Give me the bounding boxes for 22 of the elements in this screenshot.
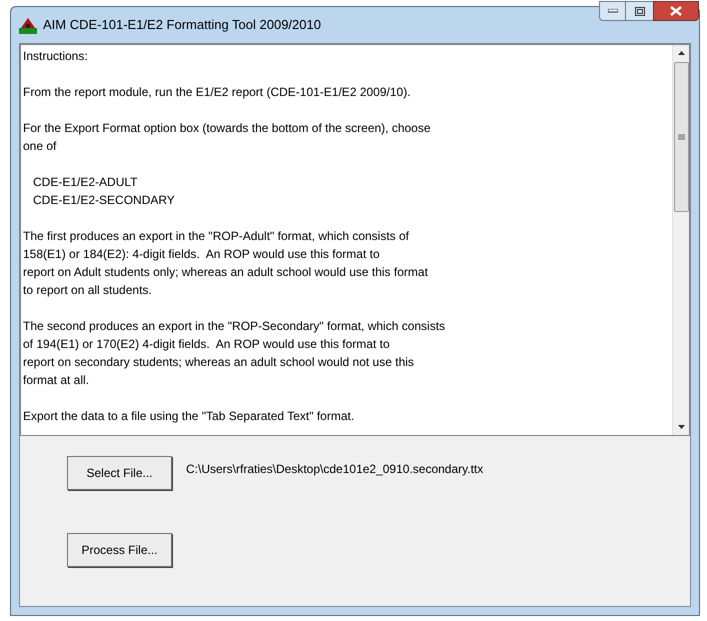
minimize-button[interactable]: [599, 1, 626, 21]
scrollbar-thumb[interactable]: [674, 62, 688, 212]
instruction-paragraph: Instructions:: [23, 48, 89, 65]
app-icon: [19, 16, 37, 34]
maximize-icon: [634, 6, 644, 16]
instruction-paragraph: The second produces an export in the "ROP-Secondary" format, which consists of 194(E1) or 170(E2) 4-digit fields. An ROP would use this format to report on secondary students; whereas an adult school would not use this format at all.: [23, 318, 446, 389]
instructions-textbox[interactable]: [20, 44, 690, 436]
instruction-paragraph: The first produces an export in the "ROP-Adult" format, which consists of 158(E1) or 184(E2): 4-digit fields. An ROP would use this format to report on Adult students only; whereas an adult school would use this format to report on all students.: [23, 228, 429, 299]
scrollbar[interactable]: [672, 45, 689, 435]
process-file-button[interactable]: Process File...: [67, 533, 172, 567]
instruction-paragraph: From the report module, run the E1/E2 report (CDE-101-E1/E2 2009/10).: [23, 84, 412, 101]
grip-icon: [678, 134, 684, 140]
instruction-paragraph: Export the data to a file using the "Tab Separated Text" format.: [23, 408, 356, 425]
maximize-button[interactable]: [626, 1, 653, 21]
close-icon: [670, 6, 682, 16]
file-path: C:\Users\rfraties\Desktop\cde101e2_0910.secondary.ttx: [186, 461, 484, 478]
select-file-button[interactable]: Select File...: [67, 456, 172, 490]
minimize-icon: [608, 9, 618, 13]
close-button[interactable]: [653, 1, 699, 21]
option-list: CDE-E1/E2-ADULT CDE-E1/E2-SECONDARY: [23, 173, 672, 209]
window-title: AIM CDE-101-E1/E2 Formatting Tool 2009/2010: [43, 16, 321, 34]
instruction-paragraph: For the Export Format option box (towards the bottom of the screen), choose one of: [23, 120, 432, 155]
